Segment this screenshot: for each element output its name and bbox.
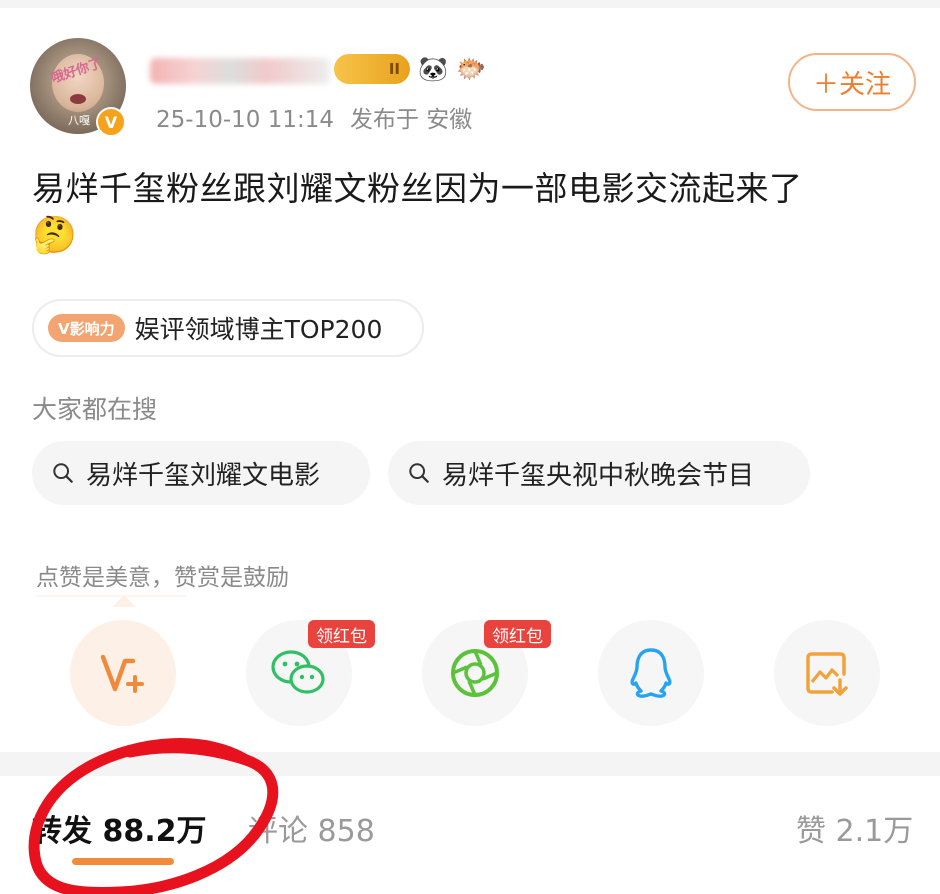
follow-button[interactable]: ＋关注 [788,53,916,111]
weibo-reward-icon [100,654,144,693]
location: 发布于 安徽 [350,107,473,133]
search-chip-label: 易烊千玺央视中秋晚会节目 [442,460,755,491]
save-image-button[interactable] [774,620,880,726]
reward-button[interactable] [70,620,176,726]
red-packet-badge[interactable]: 领红包 [308,620,375,648]
qq-icon [630,648,672,698]
post-meta: 25-10-10 11:14 发布于 安徽 [156,100,488,134]
active-tab-indicator [72,858,174,865]
tab-like[interactable]: 赞 2.1万 [796,806,913,850]
search-icon [53,463,73,483]
reward-underline [36,595,186,597]
thinking-emoji-icon: 🤔 [32,215,77,256]
share-qq-button[interactable] [598,620,704,726]
influence-badge[interactable]: V影响力 娱评领域博主TOP200 [32,299,424,357]
fish-badge-icon[interactable]: 🐡 [456,54,492,84]
post-text: 易烊千玺粉丝跟刘耀文粉丝因为一部电影交流起来了 [32,169,803,208]
save-image-icon [806,652,848,696]
v-influence-tag: V影响力 [48,314,125,342]
influence-text: 娱评领域博主TOP200 [134,315,383,344]
verified-badge-icon: V [96,107,126,137]
section-divider [0,752,940,776]
trending-search-title: 大家都在搜 [32,395,158,424]
level-bird-badge-icon[interactable]: II [334,54,410,84]
search-chip-label: 易烊千玺刘耀文电影 [86,460,321,491]
avatar-caption: 八嘎 [68,114,90,127]
red-packet-badge[interactable]: 领红包 [484,620,551,648]
search-chip-2[interactable]: 易烊千玺央视中秋晚会节目 [388,441,810,505]
username-blurred[interactable] [150,58,330,84]
tab-comment[interactable]: 评论 858 [248,806,375,850]
panda-badge-icon[interactable]: 🐼 [418,54,452,84]
top-divider [0,0,940,8]
search-icon [409,463,429,483]
search-chip-1[interactable]: 易烊千玺刘耀文电影 [32,441,370,505]
avatar-mouth [70,94,86,104]
timestamp: 25-10-10 11:14 [156,107,334,133]
reward-pointer [112,595,136,607]
wechat-icon [271,650,325,694]
moments-aperture-icon [451,649,499,697]
tab-repost[interactable]: 转发 88.2万 [32,806,206,850]
reward-hint: 点赞是美意，赞赏是鼓励 [36,565,289,591]
level-badge-text: II [388,60,400,78]
